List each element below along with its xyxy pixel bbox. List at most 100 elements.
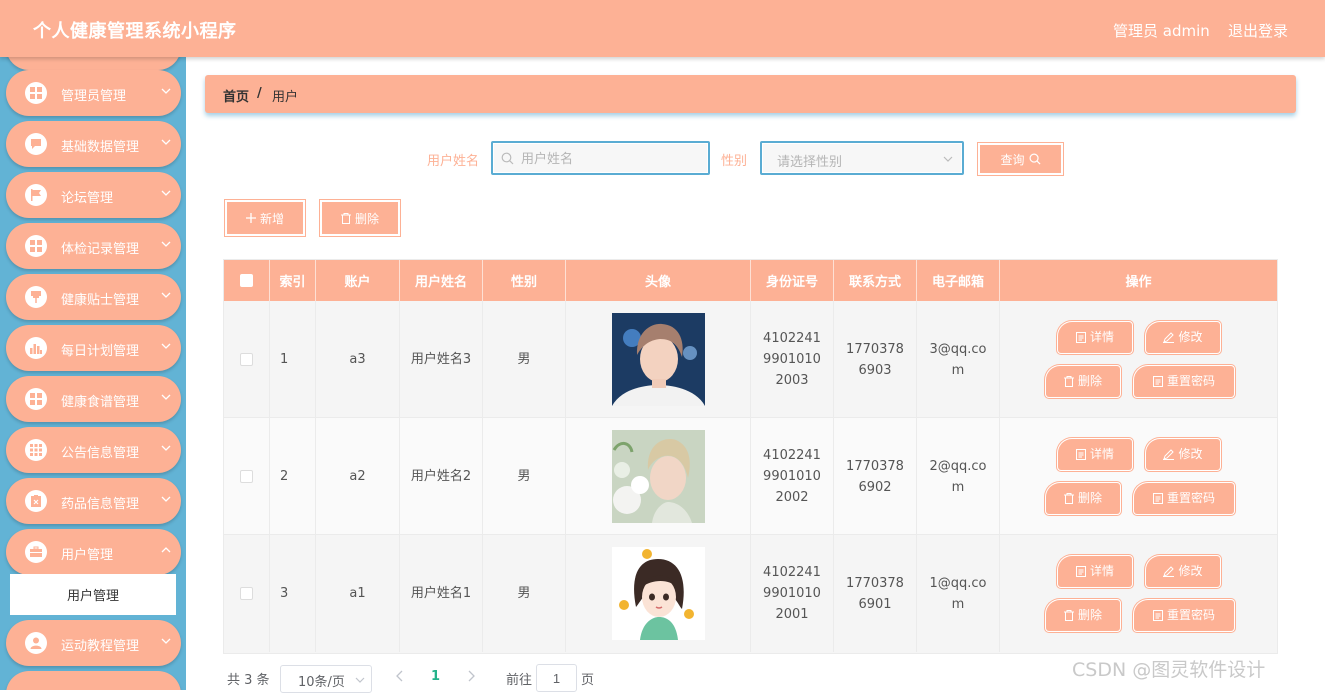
grid-icon	[25, 82, 47, 104]
phone-cell: 17703786902	[834, 418, 917, 535]
operations-cell: 详情 修改 删除 重置密码	[1000, 301, 1277, 418]
edit-button[interactable]: 修改	[1146, 556, 1220, 587]
document-icon	[1152, 610, 1163, 621]
row-select-cell	[224, 535, 270, 652]
app-title: 个人健康管理系统小程序	[33, 21, 237, 42]
chevron-down-icon	[355, 677, 365, 683]
delete-button[interactable]: 删除	[1046, 483, 1120, 514]
delete-button-label: 删除	[1077, 608, 1102, 622]
page-number[interactable]: 1	[431, 669, 440, 684]
trash-icon	[1063, 610, 1074, 621]
chevron-down-icon	[161, 190, 171, 196]
select-all-checkbox[interactable]	[240, 274, 253, 287]
sidebar-subitem-user[interactable]: 用户管理	[10, 574, 176, 615]
id-card-cell: 410224199010102002	[751, 418, 834, 535]
logout-link[interactable]: 退出登录	[1228, 20, 1288, 41]
email-cell: 1@qq.com	[917, 535, 1000, 652]
pin-icon	[25, 286, 47, 308]
edit-button[interactable]: 修改	[1146, 322, 1220, 353]
detail-button-label: 详情	[1089, 564, 1114, 578]
briefcase-icon	[25, 541, 47, 563]
next-page-icon[interactable]	[466, 670, 476, 682]
column-header: 性别	[483, 260, 566, 301]
add-button[interactable]: 新增	[224, 199, 306, 237]
prev-page-icon[interactable]	[395, 670, 405, 682]
search-icon	[501, 152, 514, 165]
chevron-down-icon	[161, 292, 171, 298]
gender-cell: 男	[483, 301, 566, 418]
delete-button[interactable]: 删除	[1046, 600, 1120, 631]
sidebar-item-top-partial[interactable]	[6, 57, 181, 70]
document-icon	[1152, 493, 1163, 504]
sidebar-item-user[interactable]: 用户管理	[6, 529, 181, 575]
sidebar-item-checkup[interactable]: 体检记录管理	[6, 223, 181, 269]
reset-password-button[interactable]: 重置密码	[1134, 600, 1234, 631]
apps-icon	[25, 439, 47, 461]
reset-password-button[interactable]: 重置密码	[1134, 483, 1234, 514]
chat-icon	[25, 133, 47, 155]
account-cell: a1	[316, 535, 400, 652]
breadcrumb-separator: /	[257, 86, 262, 101]
sidebar-item-forum[interactable]: 论坛管理	[6, 172, 181, 218]
batch-delete-button[interactable]: 删除	[319, 199, 401, 237]
chevron-down-icon	[161, 343, 171, 349]
edit-button-label: 修改	[1178, 564, 1203, 578]
sidebar-item-daily-plan[interactable]: 每日计划管理	[6, 325, 181, 371]
page-size-value: 10条/页	[298, 675, 345, 690]
sidebar-item-tips[interactable]: 健康贴士管理	[6, 274, 181, 320]
detail-button[interactable]: 详情	[1058, 556, 1132, 587]
name-cell: 用户姓名3	[400, 301, 483, 418]
chevron-up-icon	[161, 547, 171, 553]
query-button[interactable]: 查询	[977, 142, 1064, 176]
table-row: 1 a3 用户姓名3 男 410224199010102003 17703786…	[224, 301, 1277, 418]
page-size-select[interactable]: 10条/页	[280, 665, 372, 693]
detail-button[interactable]: 详情	[1058, 439, 1132, 470]
chevron-down-icon	[161, 496, 171, 502]
plus-icon	[245, 213, 256, 223]
breadcrumb-home[interactable]: 首页	[223, 86, 249, 105]
phone-cell: 17703786901	[834, 535, 917, 652]
reset-password-button[interactable]: 重置密码	[1134, 366, 1234, 397]
sidebar-item-base-data[interactable]: 基础数据管理	[6, 121, 181, 167]
chevron-down-icon	[161, 445, 171, 451]
sidebar-item-label: 公告信息管理	[61, 446, 140, 461]
name-search-field[interactable]	[491, 141, 710, 175]
sidebar-item-admin[interactable]: 管理员管理	[6, 70, 181, 116]
sidebar-item-recipes[interactable]: 健康食谱管理	[6, 376, 181, 422]
index-cell: 1	[270, 301, 316, 418]
row-checkbox[interactable]	[240, 353, 253, 366]
batch-delete-button-label: 删除	[354, 211, 379, 226]
row-checkbox[interactable]	[240, 470, 253, 483]
chevron-down-icon	[161, 241, 171, 247]
avatar	[611, 547, 705, 640]
name-search-input[interactable]	[521, 143, 701, 173]
avatar	[611, 313, 705, 406]
avatar	[611, 430, 705, 523]
column-header: 身份证号	[751, 260, 834, 301]
name-cell: 用户姓名1	[400, 535, 483, 652]
table-header: 索引 账户 用户姓名 性别 头像 身份证号 联系方式 电子邮箱 操作	[224, 260, 1277, 301]
sidebar-item-label: 管理员管理	[61, 89, 127, 104]
gender-select[interactable]: 请选择性别	[760, 141, 964, 175]
edit-icon	[1163, 449, 1175, 460]
goto-page-input[interactable]	[536, 664, 577, 692]
delete-button[interactable]: 删除	[1046, 366, 1120, 397]
column-header: 用户姓名	[400, 260, 483, 301]
bar-chart-icon	[25, 337, 47, 359]
goto-page-suffix: 页	[581, 673, 595, 688]
watermark: CSDN @图灵软件设计	[1072, 659, 1266, 681]
sidebar-item-bottom-partial[interactable]	[6, 671, 181, 690]
sidebar-item-exercise[interactable]: 运动教程管理	[6, 620, 181, 666]
grid-icon	[25, 388, 47, 410]
clipboard-icon	[25, 490, 47, 512]
index-cell: 2	[270, 418, 316, 535]
document-icon	[1075, 449, 1086, 460]
edit-button[interactable]: 修改	[1146, 439, 1220, 470]
detail-button[interactable]: 详情	[1058, 322, 1132, 353]
sidebar-item-notice[interactable]: 公告信息管理	[6, 427, 181, 473]
email-cell: 3@qq.com	[917, 301, 1000, 418]
row-checkbox[interactable]	[240, 587, 253, 600]
sidebar: 管理员管理 基础数据管理 论坛管理 体检记录管理 健康贴士管理 每日计划管理 健…	[0, 57, 186, 690]
sidebar-item-medicine[interactable]: 药品信息管理	[6, 478, 181, 524]
reset-password-button-label: 重置密码	[1166, 374, 1215, 388]
